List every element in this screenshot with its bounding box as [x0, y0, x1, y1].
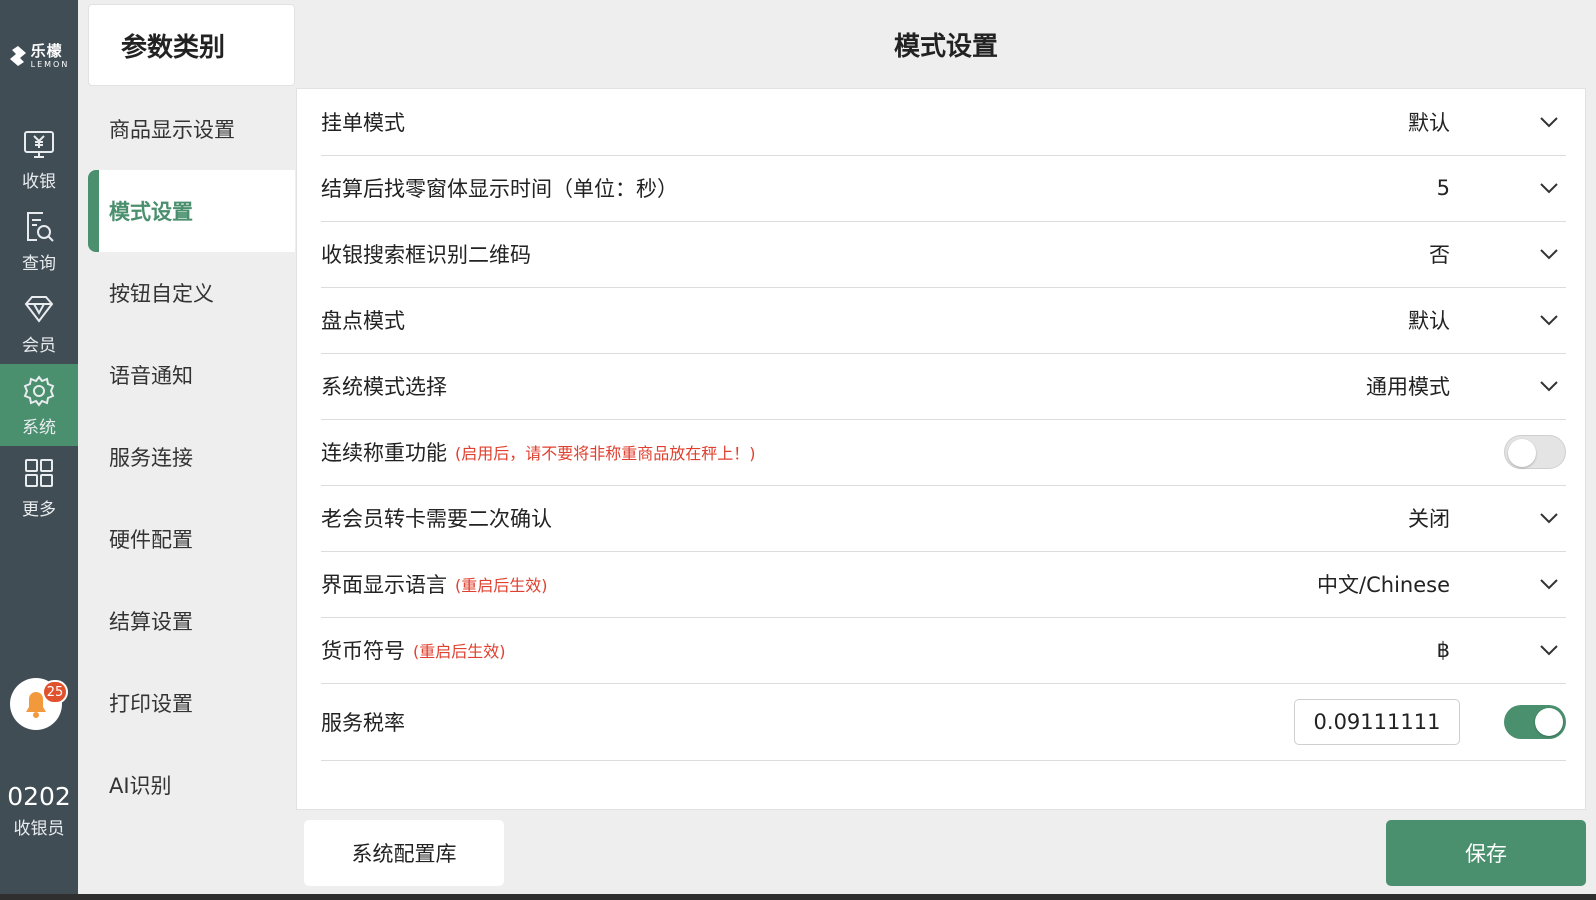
- chevron-down-icon[interactable]: [1538, 309, 1560, 331]
- category-item-mode-settings[interactable]: 模式设置: [88, 170, 295, 252]
- chevron-down-icon[interactable]: [1538, 243, 1560, 265]
- setting-row-search-qr: 收银搜索框识别二维码 否: [321, 221, 1566, 288]
- nav-label-system: 系统: [22, 417, 56, 438]
- service-tax-input[interactable]: [1294, 698, 1460, 745]
- toggle-knob: [1508, 439, 1536, 467]
- setting-label: 界面显示语言: [321, 573, 447, 597]
- service-tax-toggle[interactable]: [1504, 704, 1566, 739]
- chevron-down-icon[interactable]: [1538, 375, 1560, 397]
- setting-value[interactable]: 默认: [1408, 305, 1450, 335]
- category-item-service-connect[interactable]: 服务连接: [88, 416, 295, 498]
- setting-label: 服务税率: [321, 710, 405, 735]
- app-logo: 乐檬 LEMON: [0, 38, 78, 74]
- setting-row-display-language: 界面显示语言 (重启后生效) 中文/Chinese: [321, 551, 1566, 618]
- user-role: 收银员: [13, 819, 65, 839]
- setting-label: 系统模式选择: [321, 375, 447, 399]
- category-item-button-custom[interactable]: 按钮自定义: [88, 252, 295, 334]
- setting-label: 货币符号: [321, 639, 405, 663]
- category-item-print[interactable]: 打印设置: [88, 662, 295, 744]
- nav-rail: 乐檬 LEMON 收银 查询 会员 系统 更多 25 0202 收银员: [0, 0, 78, 894]
- chevron-down-icon[interactable]: [1538, 639, 1560, 661]
- setting-value[interactable]: 5: [1437, 176, 1450, 200]
- setting-label: 盘点模式: [321, 309, 405, 333]
- setting-row-member-transfer-confirm: 老会员转卡需要二次确认 关闭: [321, 485, 1566, 552]
- setting-row-inventory-mode: 盘点模式 默认: [321, 287, 1566, 354]
- bottom-bar: [0, 894, 1596, 900]
- gear-icon: [23, 374, 55, 407]
- setting-value[interactable]: 默认: [1408, 107, 1450, 137]
- category-item-voice-notice[interactable]: 语音通知: [88, 334, 295, 416]
- chevron-down-icon[interactable]: [1538, 507, 1560, 529]
- search-document-icon: [27, 211, 54, 242]
- setting-note: (重启后生效): [455, 576, 548, 595]
- nav-label-member: 会员: [22, 335, 56, 356]
- cashier-yen-icon: [24, 130, 54, 158]
- category-item-checkout[interactable]: 结算设置: [88, 580, 295, 662]
- continuous-weighing-toggle[interactable]: [1504, 435, 1566, 469]
- category-header: 参数类别: [88, 4, 295, 86]
- setting-row-currency-symbol: 货币符号 (重启后生效) ฿: [321, 617, 1566, 684]
- lemon-logo-icon: [9, 46, 26, 66]
- setting-label: 连续称重功能: [321, 441, 447, 465]
- chevron-down-icon[interactable]: [1538, 111, 1560, 133]
- setting-value[interactable]: 通用模式: [1366, 371, 1450, 401]
- page-title: 模式设置: [893, 31, 998, 62]
- nav-label-more: 更多: [22, 499, 56, 520]
- nav-item-system[interactable]: 系统: [0, 364, 78, 446]
- setting-value[interactable]: 关闭: [1408, 503, 1450, 533]
- chevron-down-icon[interactable]: [1538, 177, 1560, 199]
- setting-row-continuous-weighing: 连续称重功能 (启用后，请不要将非称重商品放在秤上！): [321, 419, 1566, 486]
- setting-label: 收银搜索框识别二维码: [321, 243, 531, 267]
- category-item-ai[interactable]: AI识别: [88, 744, 295, 826]
- nav-item-more[interactable]: 更多: [0, 446, 78, 528]
- user-id: 0202: [7, 782, 71, 811]
- setting-row-change-window-time: 结算后找零窗体显示时间（单位：秒） 5: [321, 155, 1566, 222]
- setting-row-system-mode: 系统模式选择 通用模式: [321, 353, 1566, 420]
- system-config-library-button[interactable]: 系统配置库: [304, 820, 504, 886]
- save-button[interactable]: 保存: [1386, 820, 1586, 886]
- setting-label: 挂单模式: [321, 111, 405, 135]
- toggle-knob: [1535, 707, 1563, 736]
- nav-label-cashier: 收银: [22, 171, 56, 192]
- setting-row-hold-order-mode: 挂单模式 默认: [321, 89, 1566, 156]
- setting-label: 结算后找零窗体显示时间（单位：秒）: [321, 177, 678, 201]
- grid-icon: [25, 458, 53, 487]
- setting-value[interactable]: ฿: [1437, 638, 1450, 662]
- nav-item-cashier[interactable]: 收银: [0, 118, 78, 200]
- category-item-hardware[interactable]: 硬件配置: [88, 498, 295, 580]
- logo-en-text: LEMON: [30, 59, 70, 69]
- settings-panel: 挂单模式 默认 结算后找零窗体显示时间（单位：秒） 5 收银搜索框识别二维码 否…: [296, 88, 1586, 810]
- setting-label: 老会员转卡需要二次确认: [321, 507, 552, 531]
- nav-item-member[interactable]: 会员: [0, 282, 78, 364]
- nav-item-query[interactable]: 查询: [0, 200, 78, 282]
- setting-note: (启用后，请不要将非称重商品放在秤上！): [455, 444, 756, 463]
- setting-value[interactable]: 中文/Chinese: [1317, 569, 1450, 599]
- diamond-icon: [24, 295, 54, 323]
- setting-row-service-tax: 服务税率: [321, 683, 1566, 761]
- setting-value[interactable]: 否: [1429, 239, 1450, 269]
- logo-cn-text: 乐檬: [30, 41, 63, 60]
- chevron-down-icon[interactable]: [1538, 573, 1560, 595]
- category-list: 商品显示设置 模式设置 按钮自定义 语音通知 服务连接 硬件配置 结算设置 打印…: [88, 88, 295, 894]
- nav-label-query: 查询: [22, 253, 56, 274]
- category-item-product-display[interactable]: 商品显示设置: [88, 88, 295, 170]
- notification-count-badge: 25: [42, 680, 68, 704]
- setting-note: (重启后生效): [413, 642, 506, 661]
